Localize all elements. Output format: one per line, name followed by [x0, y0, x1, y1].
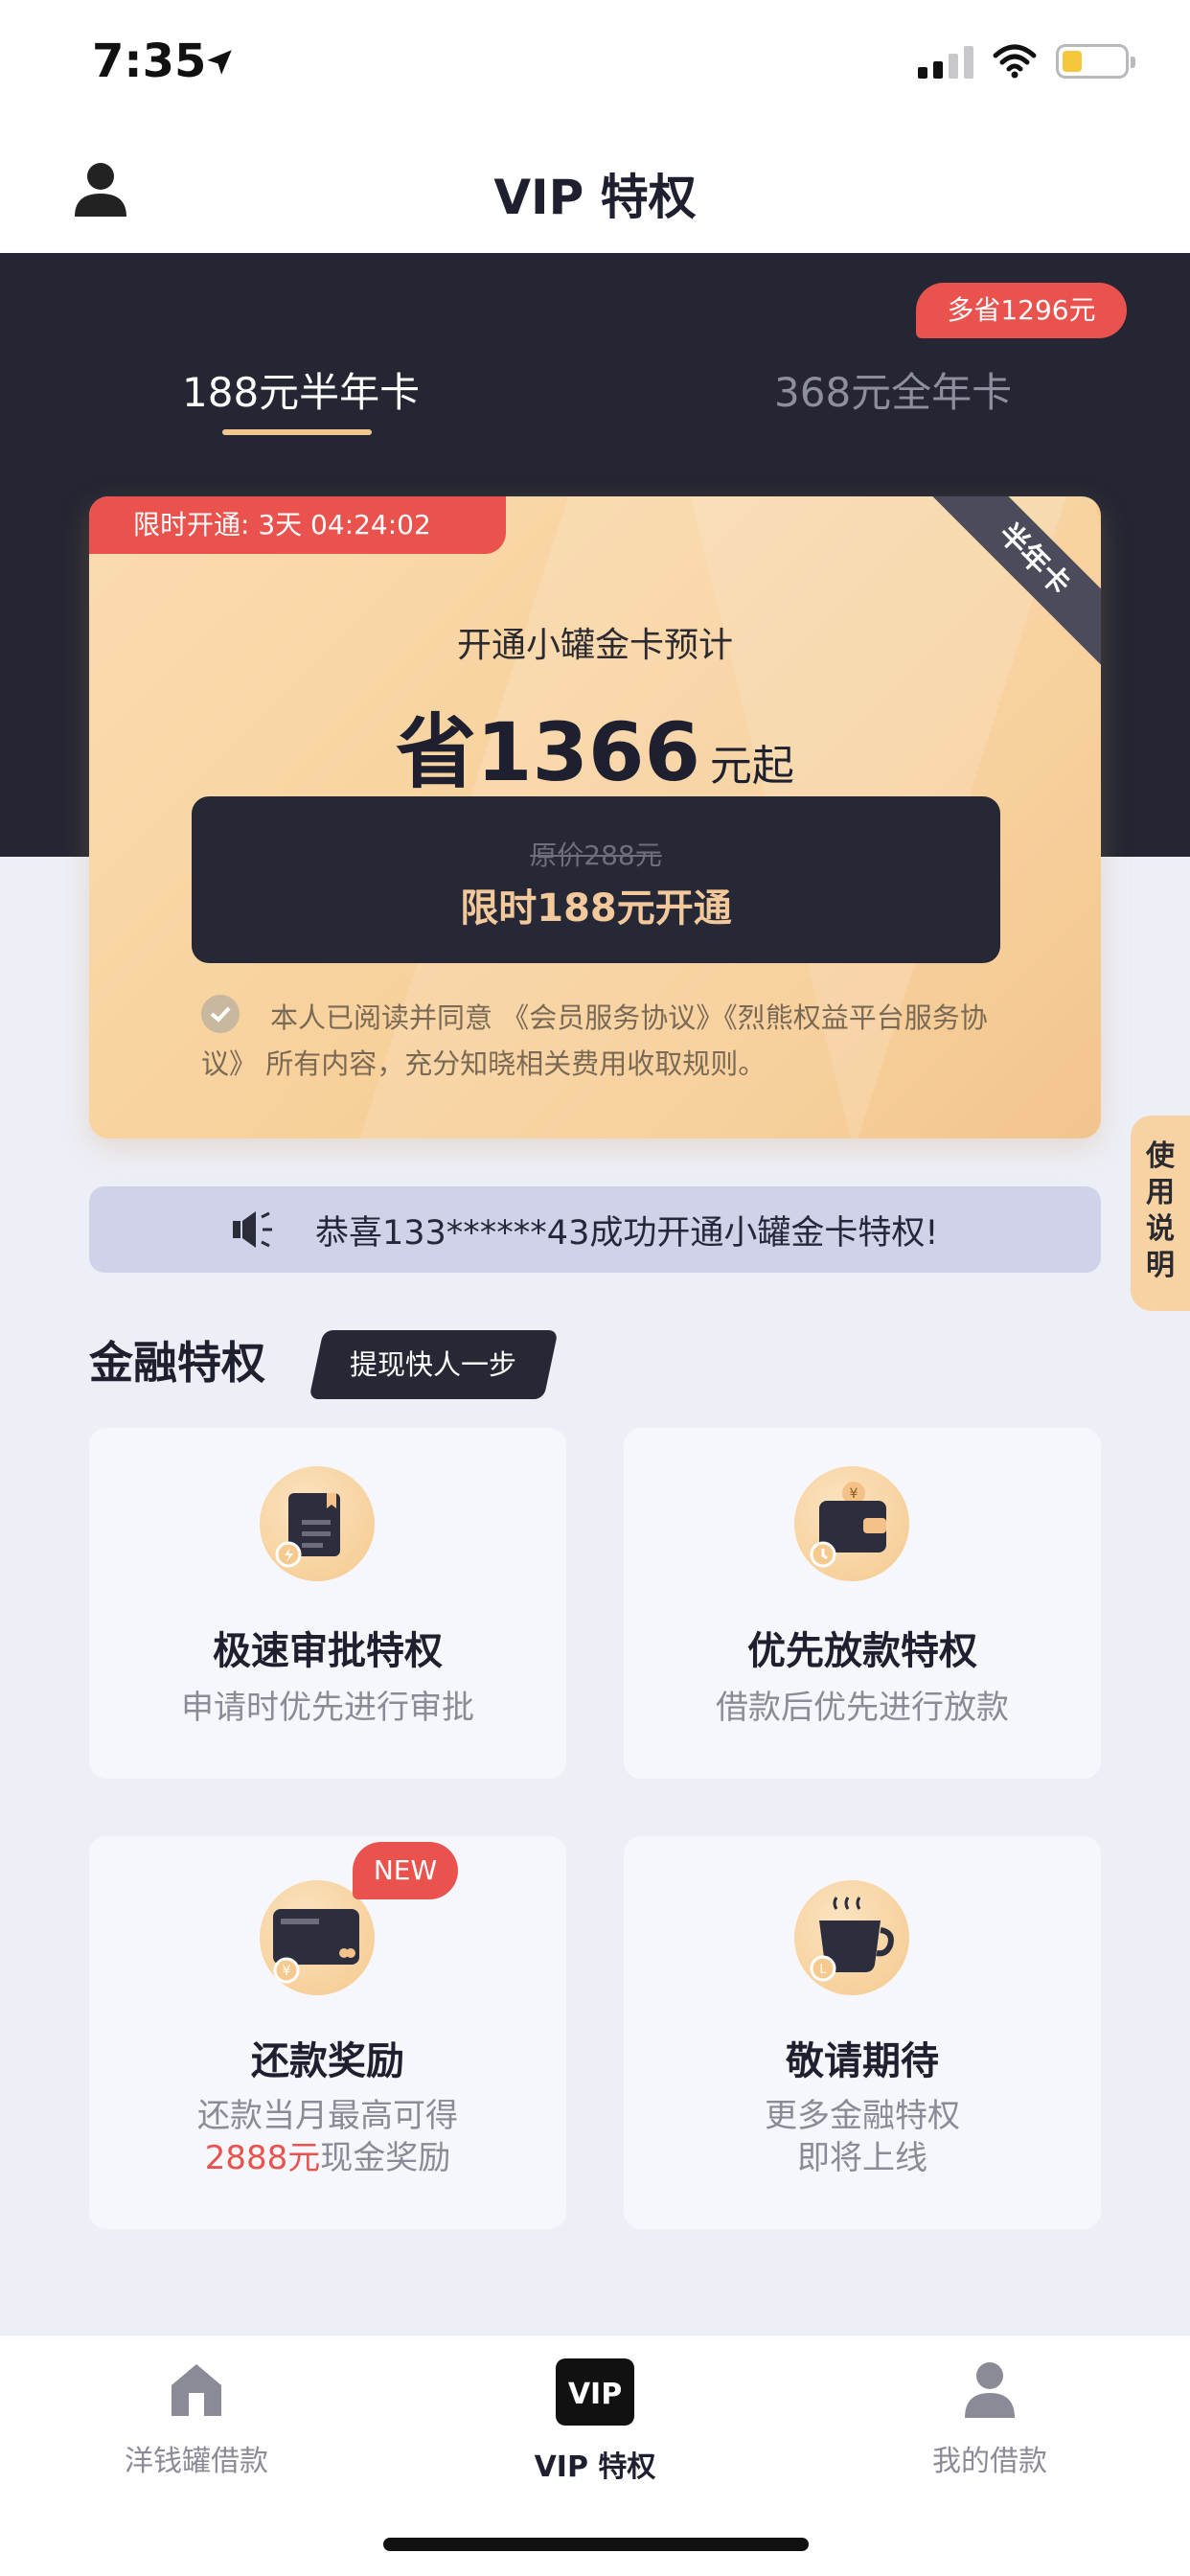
- purchase-button[interactable]: 原价288元 限时188元开通: [192, 796, 1000, 963]
- privilege-card-repayment-reward[interactable]: ¥ NEW 还款奖励 还款当月最高可得 2888元现金奖励: [89, 1836, 566, 2229]
- section-title: 金融特权: [89, 1337, 265, 1389]
- agreement-text[interactable]: 本人已阅读并同意 《会员服务协议》《烈熊权益平台服务协议》 所有内容，充分知晓相…: [201, 995, 1006, 1087]
- tab-my-loans[interactable]: 我的借款: [865, 2358, 1114, 2479]
- agreement-checkbox[interactable]: [201, 995, 240, 1033]
- savings-suffix: 元起: [709, 742, 794, 791]
- purchase-button-label: 限时188元开通: [460, 886, 732, 931]
- home-indicator: [383, 2538, 809, 2551]
- privilege-card-priority-loan[interactable]: ¥ 优先放款特权 借款后优先进行放款: [624, 1428, 1101, 1779]
- reward-rest: 现金奖励: [320, 2139, 451, 2177]
- status-bar: 7:35: [0, 0, 1190, 130]
- approval-doc-icon: [260, 1466, 375, 1581]
- tab-full-year-card[interactable]: 368元全年卡: [774, 360, 1012, 419]
- savings-amount: 省1366 元起: [89, 688, 1101, 804]
- privilege-desc-line2: 即将上线: [797, 2139, 927, 2177]
- privilege-desc-line1: 更多金融特权: [765, 2097, 960, 2135]
- person-icon: [965, 2362, 1015, 2418]
- privilege-desc: 申请时优先进行审批: [181, 1689, 474, 1727]
- tab-half-year-card[interactable]: 188元半年卡: [182, 360, 420, 419]
- home-icon: [172, 2364, 221, 2416]
- speaker-icon: [233, 1211, 272, 1248]
- vip-icon: VIP: [556, 2358, 634, 2426]
- privilege-desc-line2: 2888元现金奖励: [89, 2137, 566, 2179]
- privilege-title: 优先放款特权: [747, 1629, 977, 1673]
- tab-label: VIP 特权: [534, 2450, 656, 2484]
- privilege-desc: 还款当月最高可得 2888元现金奖励: [89, 2095, 566, 2179]
- announcement-text: 恭喜133******43成功开通小罐金卡特权!: [315, 1214, 939, 1253]
- wallet-icon: ¥: [794, 1466, 909, 1581]
- usage-instructions-tab[interactable]: 使用说明: [1131, 1116, 1190, 1311]
- announcement-bar: 恭喜133******43成功开通小罐金卡特权!: [89, 1186, 1101, 1273]
- privilege-title: 极速审批特权: [213, 1629, 443, 1673]
- tab-vip[interactable]: VIP VIP 特权: [470, 2358, 720, 2485]
- coffee-cup-icon: L: [794, 1880, 909, 1995]
- privilege-desc-line1: 还款当月最高可得: [197, 2097, 458, 2135]
- status-time: 7:35: [92, 34, 207, 88]
- gold-membership-card: 限时开通: 3天 04:24:02 半年卡 开通小罐金卡预计 省1366 元起 原…: [89, 496, 1101, 1138]
- svg-text:¥: ¥: [283, 1964, 291, 1979]
- tab-label: 我的借款: [932, 2445, 1047, 2478]
- usage-instructions-label: 使用说明: [1146, 1139, 1175, 1282]
- original-price: 原价288元: [530, 840, 662, 871]
- limited-time-countdown: 限时开通: 3天 04:24:02: [89, 496, 506, 554]
- checkmark-icon: [210, 1006, 231, 1023]
- location-arrow-icon: [207, 50, 232, 75]
- privilege-card-coming-soon[interactable]: L 敬请期待 更多金融特权 即将上线: [624, 1836, 1101, 2229]
- tab-loan-home[interactable]: 洋钱罐借款: [72, 2358, 321, 2479]
- privilege-card-fast-approval[interactable]: 极速审批特权 申请时优先进行审批: [89, 1428, 566, 1779]
- svg-text:¥: ¥: [850, 1486, 858, 1502]
- savings-prefix: 省: [396, 705, 477, 799]
- cellular-signal-icon: [918, 44, 973, 79]
- svg-text:L: L: [819, 1963, 827, 1977]
- section-badge-label: 提现快人一步: [350, 1348, 517, 1381]
- tab-label: 洋钱罐借款: [125, 2445, 268, 2478]
- new-badge: NEW: [353, 1842, 458, 1899]
- svg-text:VIP: VIP: [568, 2378, 622, 2411]
- page-title: VIP 特权: [493, 170, 697, 225]
- privilege-title: 敬请期待: [786, 2039, 939, 2083]
- reward-amount: 2888元: [204, 2139, 321, 2177]
- active-tab-indicator: [222, 429, 372, 435]
- wifi-icon: [993, 44, 1037, 79]
- nav-bar: VIP 特权: [0, 130, 1190, 253]
- card-subtitle: 开通小罐金卡预计: [456, 626, 733, 665]
- agreement-section: 本人已阅读并同意 《会员服务协议》《烈熊权益平台服务协议》 所有内容，充分知晓相…: [201, 995, 1006, 1087]
- savings-number: 1366: [476, 705, 700, 799]
- vip-page: 7:35 VIP 特权 多省1296元 188元半年卡 368元全年卡 限时开通…: [0, 0, 1190, 2576]
- savings-badge: 多省1296元: [916, 283, 1127, 338]
- battery-icon: [1056, 44, 1135, 79]
- privilege-title: 还款奖励: [251, 2039, 404, 2083]
- privilege-desc: 更多金融特权 即将上线: [624, 2095, 1101, 2179]
- privilege-desc: 借款后优先进行放款: [716, 1689, 1009, 1727]
- section-badge: 提现快人一步: [309, 1330, 559, 1399]
- status-indicators: [918, 44, 1135, 79]
